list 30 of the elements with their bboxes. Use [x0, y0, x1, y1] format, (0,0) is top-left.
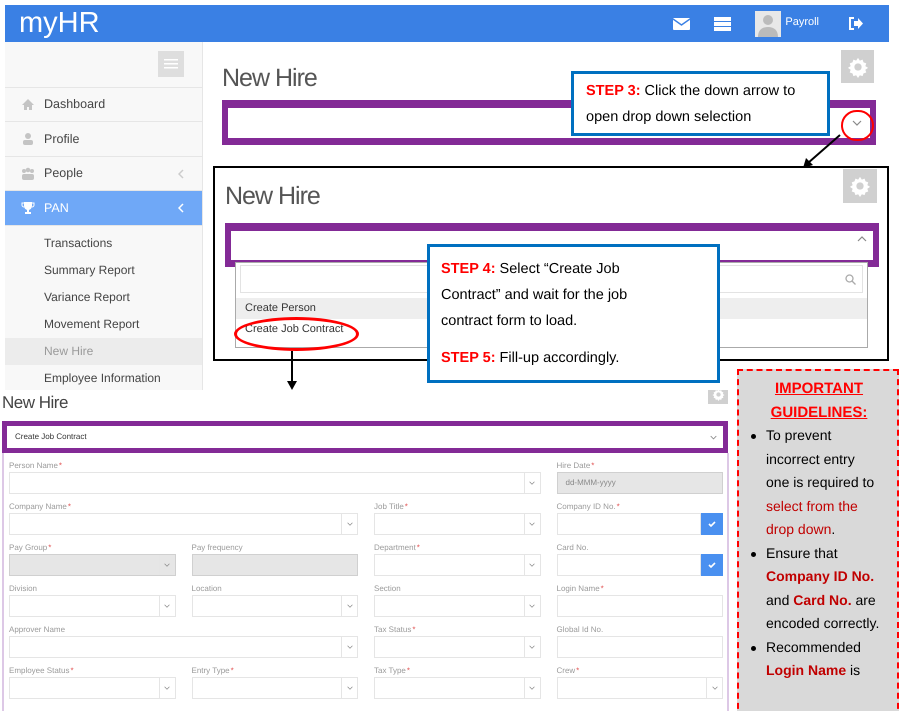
- instruction-text: STEP 5: Fill-up accordingly.: [441, 349, 620, 368]
- field-label: Department*: [374, 542, 420, 554]
- page-title: New Hire: [225, 182, 320, 210]
- field-label: Company ID No.*: [556, 501, 620, 513]
- field-label: Person Name*: [9, 460, 62, 472]
- field-label: Card No.: [556, 542, 589, 554]
- guideline-text: Recommended Login Name is: [766, 638, 862, 680]
- guidelines-title: IMPORTANT GUIDELINES:: [770, 379, 868, 422]
- field-label: Crew*: [556, 665, 580, 677]
- field-label: Login Name*: [556, 583, 604, 595]
- page-title: New Hire: [222, 64, 317, 92]
- field-label: Company Name*: [9, 501, 71, 513]
- field-label: Employee Status*: [9, 665, 74, 677]
- field-label: Global Id No.: [556, 624, 604, 636]
- guideline-text: Ensure that Company ID No. and Card No. are encoded correctly.: [766, 544, 880, 633]
- instruction-text: STEP 4: Select “Create Job Contract” and wait for the job contract form to load.: [441, 260, 628, 331]
- instruction-text: STEP 3: Click the down arrow to open drop down selection: [586, 82, 796, 127]
- field-label: Location: [192, 583, 222, 595]
- field-label: Hire Date*: [556, 460, 594, 472]
- field-label: Approver Name: [9, 624, 66, 636]
- field-label: Tax Status*: [374, 624, 416, 636]
- field-label: Section: [374, 583, 401, 595]
- field-label: Pay frequency: [192, 542, 243, 554]
- field-label: Tax Type*: [374, 665, 410, 677]
- field-label: Pay Group*: [9, 542, 52, 554]
- field-label: Job Title*: [374, 501, 408, 513]
- field-label: Division: [9, 583, 38, 595]
- page-title: New Hire: [2, 393, 68, 413]
- field-label: Entry Type*: [192, 665, 234, 677]
- guideline-text: To prevent incorrect entry one is required to select from the drop down.: [766, 426, 876, 539]
